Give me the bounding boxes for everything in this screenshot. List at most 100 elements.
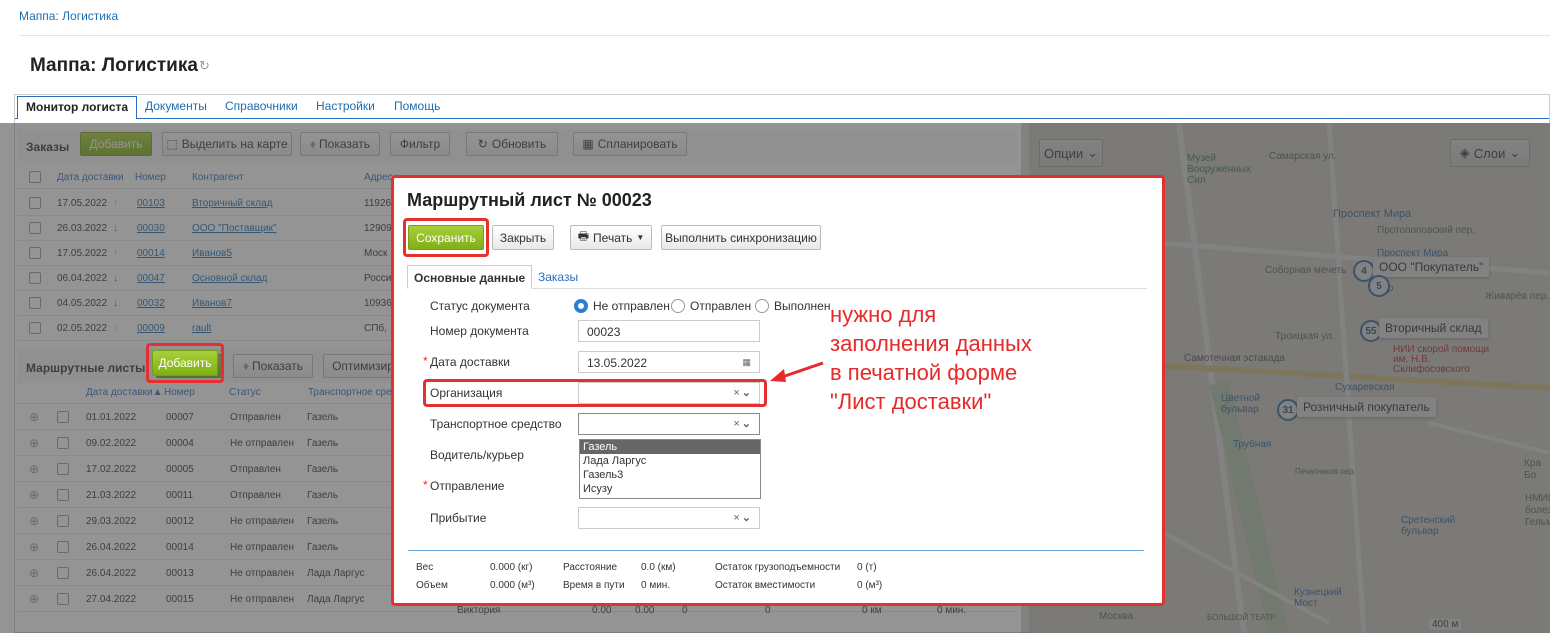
vehicle-option[interactable]: Лада Ларгус [580, 454, 760, 468]
expand-icon[interactable]: ⊕ [29, 540, 39, 554]
cell-contractor[interactable]: Иванов5 [192, 248, 232, 259]
tab-documents[interactable]: Документы [145, 99, 207, 113]
filter-button[interactable]: Фильтр [390, 132, 450, 156]
row-checkbox[interactable] [57, 567, 69, 579]
cell-number: 00015 [166, 594, 194, 605]
row-checkbox[interactable] [57, 489, 69, 501]
col-route-status[interactable]: Статус [229, 387, 261, 398]
annotation-arrow [770, 361, 824, 382]
cell-number: 00007 [166, 412, 194, 423]
routes-show-button[interactable]: ♦ Показать [233, 354, 313, 378]
status-radio-done[interactable] [755, 299, 769, 313]
print-label: Печать [593, 230, 633, 245]
row-checkbox[interactable] [29, 297, 41, 309]
col-address[interactable]: Адрес [364, 172, 393, 183]
cell-contractor[interactable]: Основной склад [192, 273, 267, 284]
clear-chevron-icon[interactable]: ×⌄ [733, 511, 753, 524]
number-field[interactable]: 00023 [578, 320, 760, 342]
calendar-icon[interactable]: ▦ [742, 357, 753, 368]
expand-icon[interactable]: ⊕ [29, 488, 39, 502]
refresh-icon[interactable]: ↻ [199, 58, 210, 74]
tab-settings[interactable]: Настройки [316, 99, 375, 113]
cell-contractor[interactable]: rault [192, 323, 211, 334]
capacity-label: Остаток вместимости [715, 580, 816, 591]
cell-number[interactable]: 00030 [137, 223, 165, 234]
expand-icon[interactable]: ⊕ [29, 462, 39, 476]
row-checkbox[interactable] [57, 541, 69, 553]
pin-icon: ♦ [309, 137, 317, 151]
row-checkbox[interactable] [29, 222, 41, 234]
plan-button[interactable]: ▦ Спланировать [573, 132, 687, 156]
direction-icon: ↓ [113, 273, 118, 284]
volume-value: 0.000 (м³) [490, 580, 535, 591]
refresh-button[interactable]: ↻ Обновить [466, 132, 558, 156]
tab-references[interactable]: Справочники [225, 99, 298, 113]
cell-number[interactable]: 00014 [137, 248, 165, 259]
arrival-select[interactable]: ×⌄ [578, 507, 760, 529]
cell-number[interactable]: 00047 [137, 273, 165, 284]
close-button[interactable]: Закрыть [492, 225, 554, 250]
cell-number: 00011 [166, 490, 194, 501]
sync-button[interactable]: Выполнить синхронизацию [661, 225, 821, 250]
orders-show-label: Показать [319, 137, 371, 151]
tab-monitor[interactable]: Монитор логиста [17, 96, 138, 119]
cell-date: 26.03.2022 [57, 223, 108, 234]
row-checkbox[interactable] [57, 411, 69, 423]
col-route-number[interactable]: Номер [164, 387, 195, 398]
cell-date: 02.05.2022 [57, 323, 108, 334]
vehicle-option[interactable]: Газель3 [580, 468, 760, 482]
cell-status: Не отправлен [230, 568, 295, 579]
col-number[interactable]: Номер [135, 172, 166, 183]
tab-main-data[interactable]: Основные данные [407, 265, 533, 289]
clear-chevron-icon[interactable]: ×⌄ [733, 386, 753, 399]
clear-chevron-icon[interactable]: ×⌄ [733, 417, 753, 430]
expand-icon[interactable]: ⊕ [29, 436, 39, 450]
col-date[interactable]: Дата доставки [57, 172, 124, 183]
tail-text: 0 км [862, 605, 882, 616]
org-select[interactable]: ×⌄ [578, 382, 760, 404]
row-checkbox[interactable] [29, 247, 41, 259]
routes-tail: Виктория 0.00 0.00 0 0 0 км 0 мин. [17, 605, 1017, 630]
orders-select-all[interactable] [29, 171, 41, 183]
cell-number[interactable]: 00032 [137, 298, 165, 309]
orders-add-button[interactable]: Добавить [80, 132, 152, 156]
col-contractor[interactable]: Контрагент [192, 172, 244, 183]
expand-icon[interactable]: ⊕ [29, 514, 39, 528]
orders-show-button[interactable]: ♦ Показать [300, 132, 380, 156]
org-label: Организация [430, 386, 503, 400]
distance-value: 0.0 (км) [641, 562, 676, 573]
cell-contractor[interactable]: Вторичный склад [192, 198, 273, 209]
expand-icon[interactable]: ⊕ [29, 410, 39, 424]
cell-contractor[interactable]: ООО "Поставщик" [192, 223, 277, 234]
date-field[interactable]: 13.05.2022 ▦ [578, 351, 760, 373]
expand-icon[interactable]: ⊕ [29, 566, 39, 580]
cell-date: 27.04.2022 [86, 594, 137, 605]
vehicle-option[interactable]: Газель [580, 440, 760, 454]
cell-contractor[interactable]: Иванов7 [192, 298, 232, 309]
tab-orders[interactable]: Заказы [538, 270, 578, 284]
col-route-date[interactable]: Дата доставки▲ [86, 387, 163, 398]
row-checkbox[interactable] [29, 322, 41, 334]
vehicle-dropdown[interactable]: Газель Лада Ларгус Газель3 Исузу [579, 439, 761, 499]
row-checkbox[interactable] [29, 197, 41, 209]
select-on-map-button[interactable]: ⬚ Выделить на карте [162, 132, 292, 156]
tail-text: 0 [765, 605, 771, 616]
vehicle-select[interactable]: ×⌄ [578, 413, 760, 435]
tab-help[interactable]: Помощь [394, 99, 440, 113]
col-route-vehicle[interactable]: Транспортное сре [308, 387, 392, 398]
row-checkbox[interactable] [29, 272, 41, 284]
cell-number[interactable]: 00009 [137, 323, 165, 334]
cargo-label: Остаток грузоподъемности [715, 562, 841, 573]
row-checkbox[interactable] [57, 515, 69, 527]
status-radio-not-sent[interactable] [574, 299, 588, 313]
row-checkbox[interactable] [57, 437, 69, 449]
expand-icon[interactable]: ⊕ [29, 592, 39, 606]
breadcrumb[interactable]: Маппа: Логистика [19, 9, 118, 23]
row-checkbox[interactable] [57, 593, 69, 605]
print-button[interactable]: 🖶 Печать ▼ [570, 225, 652, 250]
vehicle-option[interactable]: Исузу [580, 482, 760, 496]
status-radio-sent[interactable] [671, 299, 685, 313]
cell-number[interactable]: 00103 [137, 198, 165, 209]
row-checkbox[interactable] [57, 463, 69, 475]
refresh-label: Обновить [491, 137, 547, 151]
